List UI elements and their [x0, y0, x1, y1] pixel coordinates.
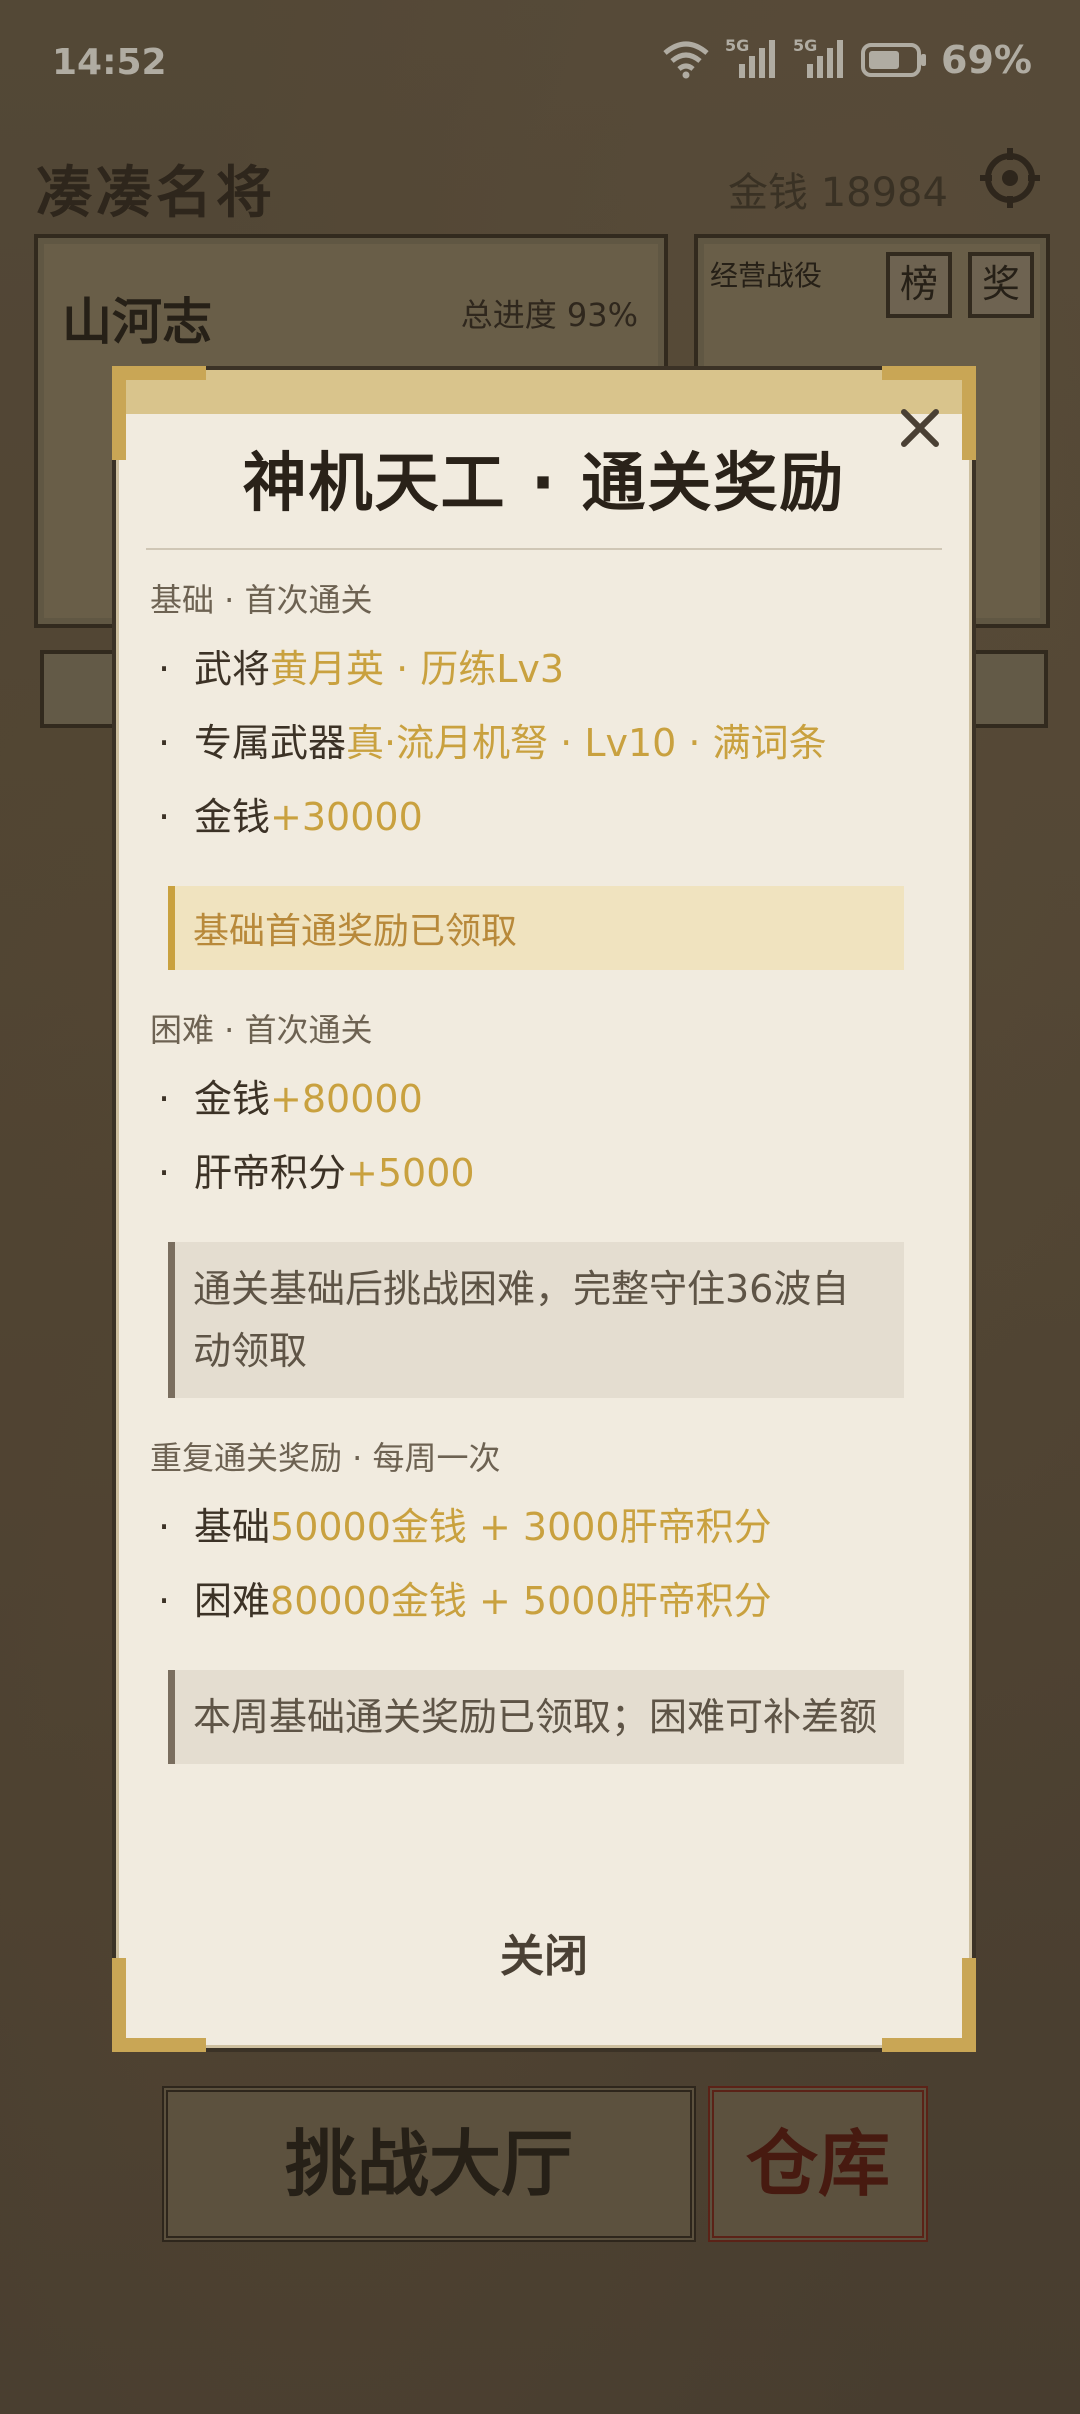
item-label: 武将: [194, 647, 271, 691]
basic-claimed-note: 基础首通奖励已领取: [168, 886, 904, 970]
item-label: 肝帝积分: [194, 1151, 347, 1195]
bullet: ·: [158, 1077, 171, 1121]
item-label: 基础: [194, 1505, 271, 1549]
item-value: 80000金钱 + 5000肝帝积分: [270, 1579, 772, 1623]
list-item: · 武将黄月英 · 历练Lv3: [150, 632, 940, 706]
item-value: 真·流月机弩 · Lv10 · 满词条: [346, 721, 827, 765]
bullet: ·: [158, 795, 171, 839]
bullet: ·: [158, 1579, 171, 1623]
close-icon[interactable]: [892, 400, 948, 456]
modal-content: 基础 · 首次通关 · 武将黄月英 · 历练Lv3 · 专属武器真·流月机弩 ·…: [150, 580, 940, 1804]
item-value: +80000: [270, 1077, 423, 1121]
close-button[interactable]: 关闭: [116, 1920, 972, 1984]
item-label: 困难: [194, 1579, 271, 1623]
list-item: · 基础50000金钱 + 3000肝帝积分: [150, 1490, 940, 1564]
item-value: +5000: [346, 1151, 475, 1195]
hard-info-note: 通关基础后挑战困难，完整守住36波自动领取: [168, 1242, 904, 1398]
item-label: 专属武器: [194, 721, 347, 765]
list-item: · 金钱+80000: [150, 1062, 940, 1136]
list-item: · 困难80000金钱 + 5000肝帝积分: [150, 1564, 940, 1638]
list-item: · 肝帝积分+5000: [150, 1136, 940, 1210]
bullet: ·: [158, 647, 171, 691]
bullet: ·: [158, 721, 171, 765]
item-value: +30000: [270, 795, 423, 839]
bullet: ·: [158, 1151, 171, 1195]
item-label: 金钱: [194, 1077, 271, 1121]
list-item: · 金钱+30000: [150, 780, 940, 854]
list-item: · 专属武器真·流月机弩 · Lv10 · 满词条: [150, 706, 940, 780]
item-value: 黄月英 · 历练Lv3: [270, 647, 565, 691]
title-divider: [146, 548, 942, 550]
modal-title: 神机天工 · 通关奖励: [242, 447, 846, 521]
bullet: ·: [158, 1505, 171, 1549]
modal-top-band: [116, 370, 972, 414]
hard-section-title: 困难 · 首次通关: [150, 1011, 373, 1049]
item-value: 50000金钱 + 3000肝帝积分: [270, 1505, 772, 1549]
repeat-section-title: 重复通关奖励 · 每周一次: [150, 1439, 501, 1477]
repeat-info-note: 本周基础通关奖励已领取；困难可补差额: [168, 1670, 904, 1764]
reward-modal: 神机天工 · 通关奖励 基础 · 首次通关 · 武将黄月英 · 历练Lv3 · …: [112, 366, 976, 2052]
item-label: 金钱: [194, 795, 271, 839]
basic-section-title: 基础 · 首次通关: [150, 581, 373, 619]
